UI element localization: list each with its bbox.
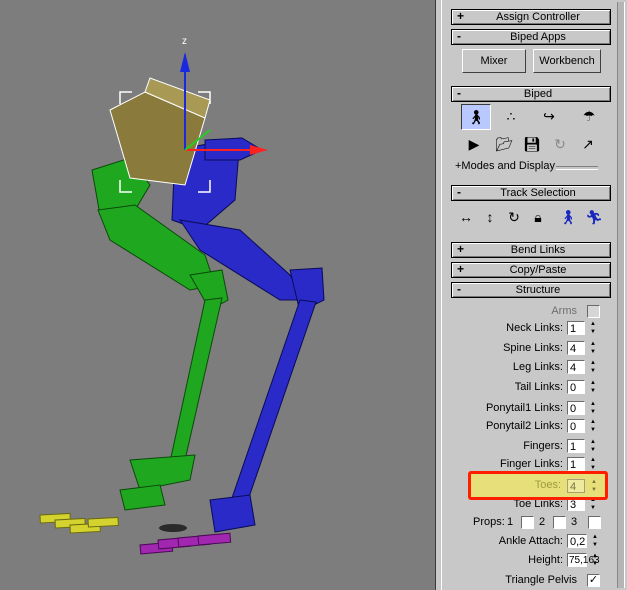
ankle-attach-input[interactable]: 0,2: [567, 534, 587, 548]
axis-z-label: z: [182, 36, 187, 47]
right-leg-blue: [171, 137, 325, 533]
neck-links-input[interactable]: 1: [567, 321, 585, 335]
body-rotation-icon[interactable]: ↻: [501, 206, 527, 228]
leg-links-spinner[interactable]: ▲ ▼: [588, 359, 598, 375]
save-file-icon[interactable]: 💾︎: [519, 133, 545, 155]
arms-row: Arms: [443, 303, 627, 321]
mixer-mode-icon[interactable]: ☂: [576, 105, 602, 127]
play-biped-icon[interactable]: ▶: [461, 133, 487, 155]
panel-divider[interactable]: [435, 0, 443, 590]
footstep-mode-icon[interactable]: ∴: [498, 105, 524, 127]
fingers-spinner[interactable]: ▲ ▼: [588, 438, 598, 454]
figure-mode-icon[interactable]: 🚶︎: [461, 104, 491, 130]
spine-links-row: Spine Links: 4 ▲ ▼: [443, 340, 627, 358]
ponytail2-links-input[interactable]: 0: [567, 419, 585, 433]
toes-label: Toes:: [534, 479, 561, 491]
move-all-mode-icon[interactable]: ↗: [575, 133, 601, 155]
ponytail1-links-row: Ponytail1 Links: 0 ▲ ▼: [443, 400, 627, 418]
leg-links-input[interactable]: 4: [567, 360, 585, 374]
finger-links-spinner[interactable]: ▲ ▼: [588, 456, 598, 472]
rollout-biped[interactable]: - Biped: [451, 86, 611, 102]
prop2-checkbox[interactable]: [553, 516, 566, 529]
finger-links-input[interactable]: 1: [567, 457, 585, 471]
ground-shadow: [159, 524, 187, 532]
3d-viewport[interactable]: z: [0, 0, 435, 590]
triangle-pelvis-row: Triangle Pelvis ✓: [505, 574, 600, 587]
spine-links-spinner[interactable]: ▲ ▼: [588, 340, 598, 356]
convert-icon[interactable]: ↻: [547, 133, 573, 155]
rollout-track-selection[interactable]: - Track Selection: [451, 185, 611, 201]
load-file-icon[interactable]: 📂︎: [491, 133, 517, 155]
biped-scene: z: [39, 36, 325, 555]
tail-links-row: Tail Links: 0 ▲ ▼: [443, 379, 627, 397]
rollout-copy-paste[interactable]: + Copy/Paste: [451, 262, 611, 278]
leg-links-row: Leg Links: 4 ▲ ▼: [443, 359, 627, 377]
ponytail1-links-spinner[interactable]: ▲ ▼: [588, 400, 598, 416]
lock-cob-icon[interactable]: 🔒︎: [525, 206, 551, 228]
modes-divider: [556, 166, 598, 170]
motion-flow-icon[interactable]: ↪: [536, 105, 562, 127]
symmetrical-icon[interactable]: 🚶︎: [555, 206, 581, 228]
command-panel: + Assign Controller - Biped Apps Mixer W…: [443, 0, 627, 590]
ankle-attach-row: Ankle Attach: 0,2 ▲ ▼: [443, 533, 627, 551]
rollout-assign-controller[interactable]: + Assign Controller: [451, 9, 611, 25]
mixer-button[interactable]: Mixer: [462, 49, 526, 73]
fingers-input[interactable]: 1: [567, 439, 585, 453]
toes-spinner[interactable]: ▲ ▼: [589, 478, 599, 494]
body-horizontal-icon[interactable]: ↔: [453, 206, 479, 228]
fingers-row: Fingers: 1 ▲ ▼: [443, 438, 627, 456]
left-toes-yellow: [39, 512, 119, 534]
ankle-attach-spinner[interactable]: ▲ ▼: [590, 533, 600, 549]
ponytail2-links-row: Ponytail2 Links: 0 ▲ ▼: [443, 418, 627, 436]
rollout-structure[interactable]: - Structure: [451, 282, 611, 298]
height-spinner[interactable]: ▲ ▼: [590, 552, 600, 568]
triangle-pelvis-checkbox[interactable]: ✓: [587, 574, 600, 587]
rollout-bend-links[interactable]: + Bend Links: [451, 242, 611, 258]
opposite-icon[interactable]: 🏃︎: [581, 206, 607, 228]
modes-and-display-toggle[interactable]: +Modes and Display: [455, 160, 555, 172]
right-toes-purple: [139, 532, 232, 555]
height-input[interactable]: 75,163: [567, 553, 600, 567]
toes-input[interactable]: 4: [567, 479, 585, 493]
prop3-checkbox[interactable]: [588, 516, 601, 529]
tail-links-spinner[interactable]: ▲ ▼: [588, 379, 598, 395]
workbench-button[interactable]: Workbench: [533, 49, 601, 73]
tail-links-input[interactable]: 0: [567, 380, 585, 394]
ponytail1-links-input[interactable]: 0: [567, 401, 585, 415]
arms-label: Arms: [551, 305, 577, 317]
ponytail2-links-spinner[interactable]: ▲ ▼: [588, 418, 598, 434]
neck-links-row: Neck Links: 1 ▲ ▼: [443, 320, 627, 338]
body-vertical-icon[interactable]: ↕: [477, 206, 503, 228]
spine-links-input[interactable]: 4: [567, 341, 585, 355]
arms-checkbox[interactable]: [587, 305, 600, 318]
rollout-biped-apps[interactable]: - Biped Apps: [451, 29, 611, 45]
neck-links-spinner[interactable]: ▲ ▼: [588, 320, 598, 336]
prop1-checkbox[interactable]: [521, 516, 534, 529]
height-row: Height: 75,163 ▲ ▼: [528, 552, 600, 568]
toes-row-highlight: Toes: 4 ▲ ▼: [468, 471, 608, 500]
props-row: Props: 1 2 3: [443, 514, 627, 532]
